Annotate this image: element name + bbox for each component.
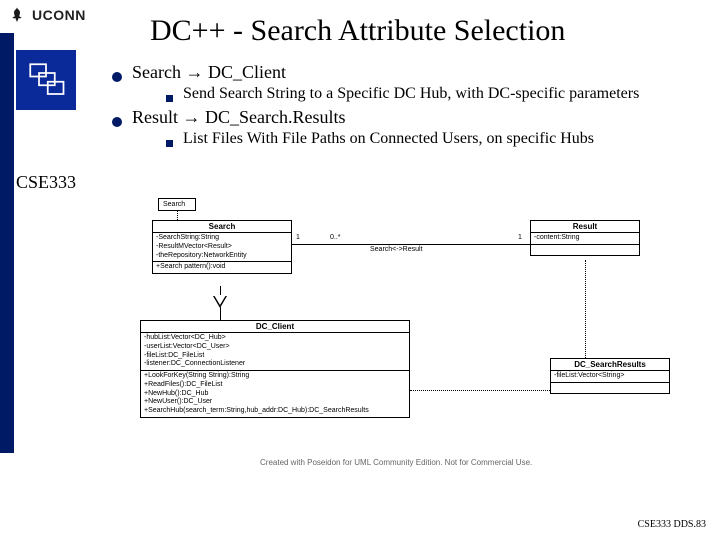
uml-ops: +LookForKey(String String):String +ReadF… [141,371,409,417]
bullet-icon [112,117,122,127]
bullet-text: Search → DC_Client [132,62,286,83]
uml-class-search: Search -SearchString:String -ResultMVect… [152,220,292,274]
uml-attrs: -hubList:Vector<DC_Hub> -userList:Vector… [141,333,409,371]
uml-multiplicity: 1 [296,234,300,241]
uml-dependency [410,390,550,391]
uml-gen-line [220,307,221,321]
slide-footer: CSE333 DDS.83 [638,519,706,530]
uml-triangle-icon [214,295,226,305]
subbullet-text: Send Search String to a Specific DC Hub,… [183,85,639,103]
bullet-rhs: DC_Search.Results [205,107,345,127]
side-accent-bar [0,33,14,453]
uml-class-name: Search [153,221,291,233]
uml-ops [551,383,669,393]
slide-title: DC++ - Search Attribute Selection [150,14,565,48]
arrow-icon: → [183,107,201,127]
bullet-text: Result → DC_Search.Results [132,107,346,128]
bullet-rhs: DC_Client [208,62,286,82]
uml-assoc-label: Search<->Result [370,246,423,253]
course-code: CSE333 [16,172,76,193]
uml-multiplicity: 1 [518,234,522,241]
cse-icon [16,50,76,110]
uml-class-name: DC_SearchResults [551,359,669,371]
uml-attrs: -content:String [531,233,639,245]
subbullet-icon [166,140,173,147]
uml-class-name: DC_Client [141,321,409,333]
bullet-result: Result → DC_Search.Results [112,107,712,128]
uml-ops: +Search pattern():void [153,262,291,273]
org-label: UCONN [32,7,86,23]
bullet-search: Search → DC_Client [112,62,712,83]
uml-attrs: -fileList:Vector<String> [551,371,669,383]
oak-leaf-icon [8,6,26,24]
bullet-content: Search → DC_Client Send Search String to… [112,62,712,152]
subbullet-text: List Files With File Paths on Connected … [183,130,594,148]
uml-class-searchresults: DC_SearchResults -fileList:Vector<String… [550,358,670,394]
bullet-lhs: Search [132,62,181,82]
uml-class-result: Result -content:String [530,220,640,256]
uml-multiplicity: 0..* [330,234,341,241]
uml-diagram: Search Search -SearchString:String -Resu… [150,198,690,478]
uml-connector [177,210,178,220]
uml-ops [531,245,639,255]
diagram-watermark: Created with Poseidon for UML Community … [260,458,532,467]
uml-dependency [585,260,586,358]
arrow-icon: → [185,62,203,82]
bullet-icon [112,72,122,82]
uml-class-name: Result [531,221,639,233]
uml-association [292,244,530,245]
header: UCONN [8,6,86,24]
uml-class-dcclient: DC_Client -hubList:Vector<DC_Hub> -userL… [140,320,410,418]
bullet-lhs: Result [132,107,178,127]
subbullet-search: Send Search String to a Specific DC Hub,… [166,85,712,103]
subbullet-result: List Files With File Paths on Connected … [166,130,712,148]
subbullet-icon [166,95,173,102]
uml-attrs: -SearchString:String -ResultMVector<Resu… [153,233,291,262]
